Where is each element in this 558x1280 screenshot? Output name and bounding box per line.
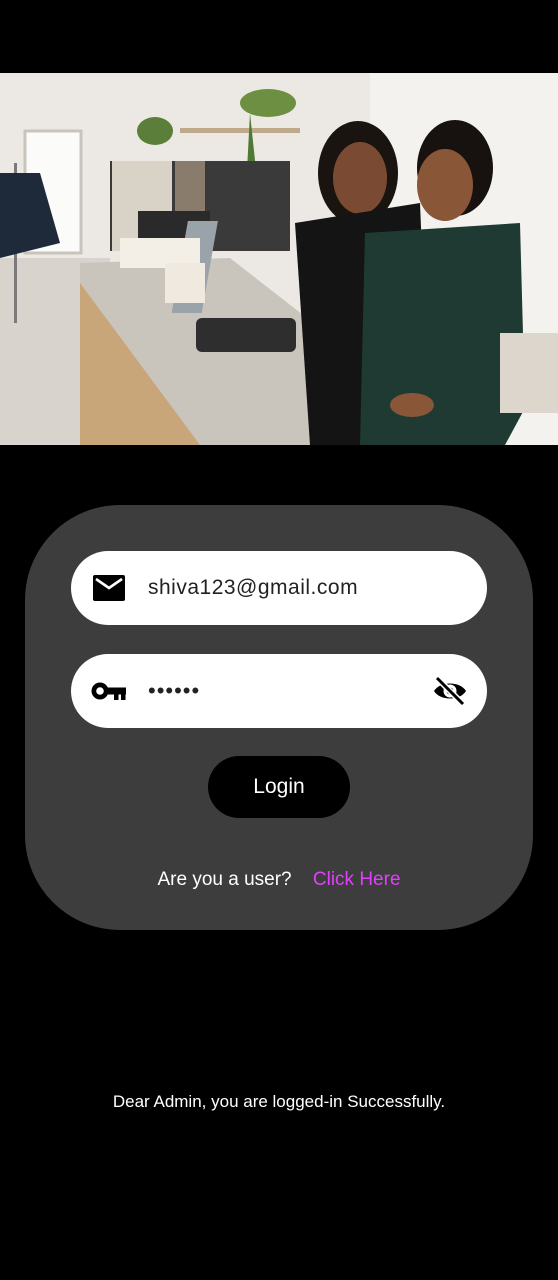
click-here-link[interactable]: Click Here	[313, 869, 401, 890]
email-input[interactable]	[146, 551, 417, 625]
eye-off-icon[interactable]	[431, 674, 469, 708]
password-field[interactable]	[71, 654, 487, 728]
mail-icon	[91, 573, 127, 603]
success-message: Dear Admin, you are logged-in Successful…	[112, 1092, 446, 1111]
login-card: Login Are you a user? Click Here	[25, 505, 533, 930]
login-button[interactable]: Login	[208, 756, 350, 818]
email-field[interactable]	[71, 551, 487, 625]
user-prompt-row: Are you a user? Click Here	[25, 869, 533, 891]
password-input[interactable]	[146, 654, 417, 728]
user-prompt-text: Are you a user?	[157, 869, 292, 890]
key-icon	[91, 676, 127, 706]
hero-photo	[0, 73, 558, 445]
